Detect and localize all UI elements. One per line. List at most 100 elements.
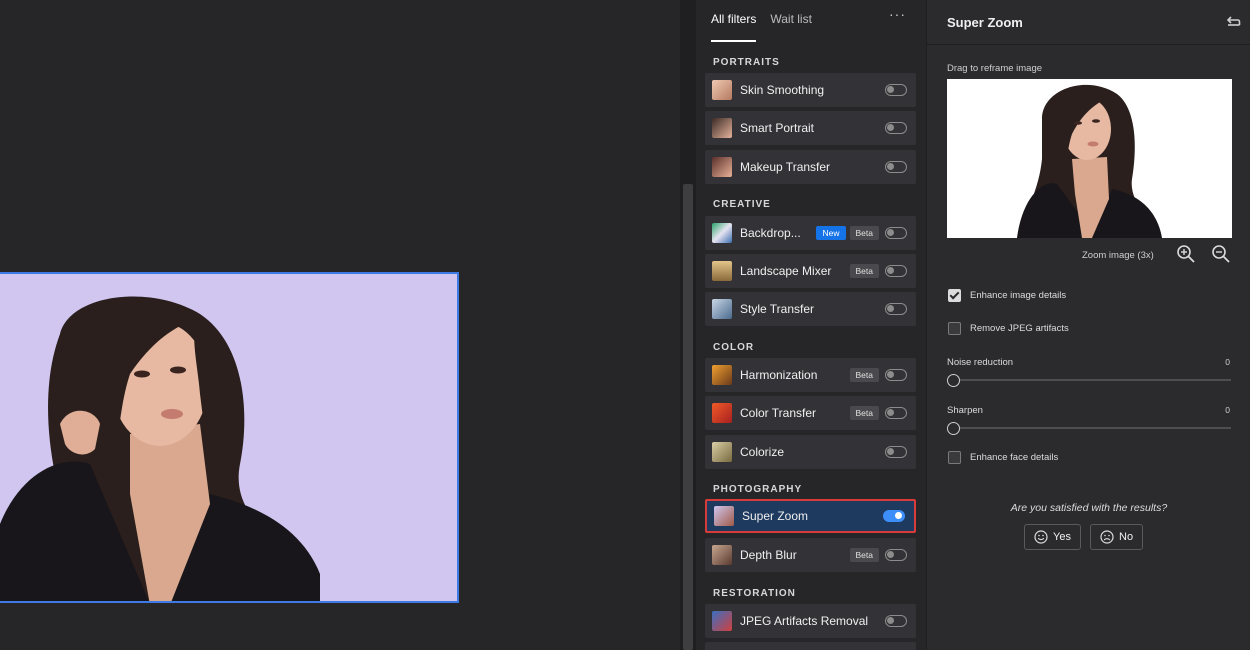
depth-blur-icon — [712, 545, 732, 565]
remove-jpeg-option[interactable]: Remove JPEG artifacts — [948, 322, 1069, 335]
zoom-in-icon[interactable] — [1175, 243, 1197, 265]
badge-group: New Beta — [816, 226, 879, 240]
more-options-icon[interactable]: ··· — [889, 6, 906, 22]
enhance-face-label: Enhance face details — [970, 452, 1059, 463]
filter-label: Super Zoom — [742, 509, 809, 523]
toggle-colorize[interactable] — [885, 446, 907, 458]
enhance-face-option[interactable]: Enhance face details — [948, 451, 1058, 464]
toggle-makeup-transfer[interactable] — [885, 161, 907, 173]
smart-portrait-icon — [712, 118, 732, 138]
sharpen-value: 0 — [1225, 405, 1230, 415]
filter-color-transfer[interactable]: Color Transfer Beta — [705, 396, 916, 430]
noise-reduction-handle[interactable] — [947, 374, 960, 387]
feedback-yes-button[interactable]: Yes — [1024, 524, 1081, 550]
filter-smart-portrait[interactable]: Smart Portrait — [705, 111, 916, 145]
reset-icon[interactable] — [1225, 14, 1241, 30]
canvas-area[interactable] — [0, 0, 680, 650]
landscape-mixer-icon — [712, 261, 732, 281]
tab-wait-list[interactable]: Wait list — [770, 12, 812, 42]
jpeg-artifacts-icon — [712, 611, 732, 631]
noise-reduction-track[interactable] — [953, 379, 1231, 381]
zoom-label: Zoom image (3x) — [1082, 250, 1154, 261]
enhance-image-details-option[interactable]: Enhance image details — [948, 289, 1066, 302]
enhance-image-details-label: Enhance image details — [970, 290, 1067, 301]
filter-landscape-mixer[interactable]: Landscape Mixer Beta — [705, 254, 916, 288]
beta-badge: Beta — [849, 226, 879, 240]
section-portraits: PORTRAITS — [713, 57, 780, 68]
section-photography: PHOTOGRAPHY — [713, 484, 803, 495]
zoom-preview[interactable] — [947, 79, 1232, 238]
beta-badge: Beta — [849, 368, 879, 382]
badge-group: Beta — [849, 368, 879, 382]
noise-reduction-label: Noise reduction — [947, 357, 1014, 368]
new-badge: New — [816, 226, 846, 240]
backdrop-icon — [712, 223, 732, 243]
header-divider — [927, 44, 1250, 45]
filter-next-partial[interactable] — [705, 642, 916, 650]
filter-style-transfer[interactable]: Style Transfer — [705, 292, 916, 326]
badge-group: Beta — [849, 548, 879, 562]
section-color: COLOR — [713, 342, 755, 353]
filter-label: Harmonization — [740, 368, 818, 382]
smile-icon — [1034, 530, 1048, 544]
filter-label: Colorize — [740, 445, 785, 459]
filters-panel: All filters Wait list ··· PORTRAITS Skin… — [696, 0, 926, 650]
no-label: No — [1119, 531, 1134, 543]
color-transfer-icon — [712, 403, 732, 423]
filter-label: Style Transfer — [740, 302, 815, 316]
settings-panel: Super Zoom Drag to reframe image Zoom im… — [926, 0, 1250, 650]
toggle-backdrop[interactable] — [885, 227, 907, 239]
filter-jpeg-artifacts-removal[interactable]: JPEG Artifacts Removal — [705, 604, 916, 638]
toggle-jpeg-artifacts-removal[interactable] — [885, 615, 907, 627]
toggle-style-transfer[interactable] — [885, 303, 907, 315]
sharpen-handle[interactable] — [947, 422, 960, 435]
zoom-out-icon[interactable] — [1210, 243, 1232, 265]
filter-skin-smoothing[interactable]: Skin Smoothing — [705, 73, 916, 107]
style-transfer-icon — [712, 299, 732, 319]
section-creative: CREATIVE — [713, 199, 771, 210]
filter-label: Smart Portrait — [740, 121, 815, 135]
yes-label: Yes — [1053, 531, 1071, 543]
super-zoom-icon — [714, 506, 734, 526]
sharpen-track[interactable] — [953, 427, 1231, 429]
filter-super-zoom[interactable]: Super Zoom — [705, 499, 916, 533]
toggle-super-zoom[interactable] — [883, 510, 905, 522]
filter-label: Skin Smoothing — [740, 83, 825, 97]
badge-group: Beta — [849, 264, 879, 278]
feedback-no-button[interactable]: No — [1090, 524, 1144, 550]
filter-backdrop[interactable]: Backdrop... New Beta — [705, 216, 916, 250]
canvas-image[interactable] — [0, 272, 459, 603]
badge-group: Beta — [849, 406, 879, 420]
toggle-color-transfer[interactable] — [885, 407, 907, 419]
toggle-harmonization[interactable] — [885, 369, 907, 381]
remove-jpeg-checkbox[interactable] — [948, 322, 961, 335]
filter-label: Backdrop... — [740, 226, 801, 240]
filter-label: Landscape Mixer — [740, 264, 832, 278]
filter-colorize[interactable]: Colorize — [705, 435, 916, 469]
enhance-face-checkbox[interactable] — [948, 451, 961, 464]
section-restoration: RESTORATION — [713, 588, 796, 599]
beta-badge: Beta — [849, 406, 879, 420]
skin-smoothing-icon — [712, 80, 732, 100]
filter-label: JPEG Artifacts Removal — [740, 614, 869, 628]
colorize-icon — [712, 442, 732, 462]
preview-image — [1017, 84, 1162, 238]
toggle-smart-portrait[interactable] — [885, 122, 907, 134]
toggle-skin-smoothing[interactable] — [885, 84, 907, 96]
filter-makeup-transfer[interactable]: Makeup Transfer — [705, 150, 916, 184]
filter-harmonization[interactable]: Harmonization Beta — [705, 358, 916, 392]
settings-title: Super Zoom — [947, 15, 1023, 30]
sharpen-label: Sharpen — [947, 405, 983, 416]
beta-badge: Beta — [849, 548, 879, 562]
enhance-image-details-checkbox[interactable] — [948, 289, 961, 302]
filter-label: Color Transfer — [740, 406, 817, 420]
beta-badge: Beta — [849, 264, 879, 278]
toggle-depth-blur[interactable] — [885, 549, 907, 561]
toggle-landscape-mixer[interactable] — [885, 265, 907, 277]
drag-label: Drag to reframe image — [947, 63, 1043, 74]
tab-all-filters[interactable]: All filters — [711, 12, 757, 42]
filter-tabs: All filters Wait list — [711, 12, 812, 42]
scrollbar-thumb[interactable] — [683, 184, 693, 650]
frown-icon — [1100, 530, 1114, 544]
filter-depth-blur[interactable]: Depth Blur Beta — [705, 538, 916, 572]
